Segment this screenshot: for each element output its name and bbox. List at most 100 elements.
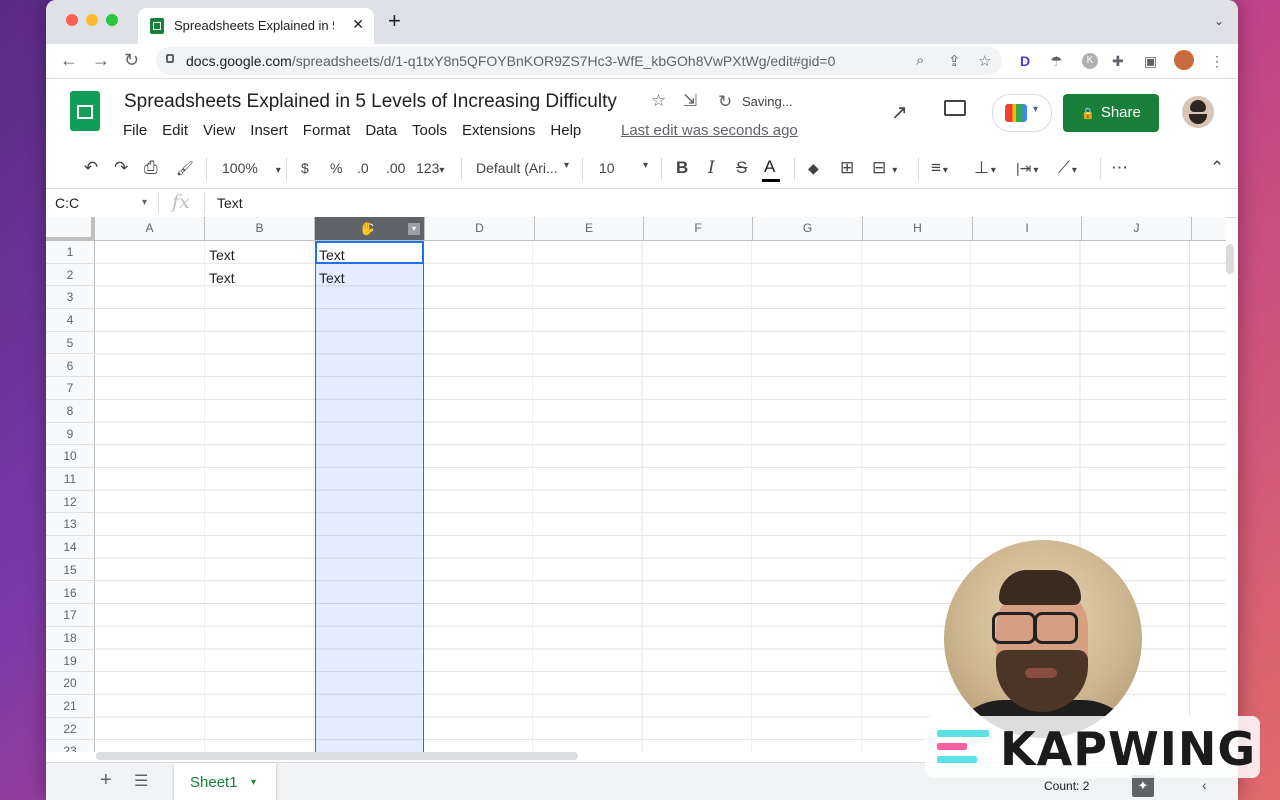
column-header-f[interactable]: F — [644, 217, 753, 241]
row-header-18[interactable]: 18 — [46, 626, 95, 650]
side-panel-toggle-icon[interactable]: ‹ — [1202, 777, 1207, 793]
extensions-puzzle-icon[interactable]: ✚ — [1112, 53, 1124, 70]
increase-decimal-button[interactable]: .00 — [386, 160, 405, 176]
cell-b1[interactable]: Text — [209, 247, 235, 263]
new-tab-button[interactable]: + — [388, 10, 401, 32]
profile-avatar[interactable] — [1174, 50, 1194, 70]
undo-icon[interactable]: ↶ — [84, 158, 98, 178]
row-header-3[interactable]: 3 — [46, 286, 95, 310]
sheets-logo-icon[interactable] — [70, 91, 100, 131]
horizontal-scrollbar[interactable] — [96, 752, 578, 760]
comments-icon[interactable] — [944, 100, 966, 116]
activity-dashboard-icon[interactable]: ↗ — [891, 100, 908, 125]
horizontal-align-icon[interactable]: ≡ ▾ — [931, 158, 948, 178]
strikethrough-button[interactable]: S — [736, 158, 747, 178]
vertical-align-icon[interactable]: ⊥ ▾ — [974, 158, 996, 178]
browser-tab[interactable]: Spreadsheets Explained in 5 Le ✕ — [138, 8, 374, 44]
zoom-select[interactable]: 100% ▾ — [222, 160, 281, 176]
cell-c2[interactable]: Text — [319, 270, 345, 286]
star-icon[interactable]: ☆ — [651, 91, 666, 111]
column-menu-dropdown[interactable]: ▾ — [408, 223, 420, 235]
column-header-k[interactable] — [1192, 217, 1226, 241]
row-header-11[interactable]: 11 — [46, 468, 95, 491]
name-box[interactable]: C:C — [55, 195, 79, 211]
text-color-button[interactable]: A — [761, 157, 781, 182]
row-header-5[interactable]: 5 — [46, 331, 95, 355]
menu-help[interactable]: Help — [550, 122, 581, 139]
tab-search-icon[interactable]: ⌄ — [1214, 14, 1224, 28]
extension-d-icon[interactable]: D — [1020, 53, 1030, 69]
side-panel-icon[interactable]: ▣ — [1144, 53, 1157, 70]
row-header-21[interactable]: 21 — [46, 695, 95, 718]
column-header-e[interactable]: E — [535, 217, 644, 241]
paint-format-icon[interactable]: 🖌 — [176, 160, 194, 177]
row-header-4[interactable]: 4 — [46, 309, 95, 332]
row-header-23[interactable]: 23 — [46, 740, 95, 752]
extension-k-icon[interactable]: K — [1082, 53, 1098, 69]
more-options-icon[interactable]: ⋯ — [1111, 158, 1128, 178]
column-header-h[interactable]: H — [863, 217, 973, 241]
row-header-8[interactable]: 8 — [46, 399, 95, 423]
tab-close-icon[interactable]: ✕ — [352, 16, 364, 33]
text-rotation-icon[interactable]: ⟋ ▾ — [1058, 158, 1077, 178]
italic-button[interactable]: I — [708, 158, 715, 178]
more-formats-button[interactable]: 123▾ — [416, 160, 444, 176]
sheet-tab[interactable]: Sheet1 ▾ — [174, 763, 276, 800]
menu-edit[interactable]: Edit — [162, 122, 188, 139]
percent-format-button[interactable]: % — [330, 160, 342, 176]
cell-c1[interactable]: Text — [319, 247, 345, 263]
row-header-17[interactable]: 17 — [46, 604, 95, 627]
menu-format[interactable]: Format — [303, 122, 351, 139]
add-sheet-button[interactable]: + — [100, 769, 112, 792]
back-icon[interactable]: ← — [60, 50, 78, 71]
close-window-button[interactable] — [66, 14, 78, 26]
url-text[interactable]: docs.google.com/spreadsheets/d/1-q1txY8n… — [186, 53, 835, 69]
address-bar[interactable]: docs.google.com/spreadsheets/d/1-q1txY8n… — [156, 47, 1002, 75]
move-folder-icon[interactable]: ⇲ — [683, 91, 697, 111]
menu-view[interactable]: View — [203, 122, 235, 139]
column-header-i[interactable]: I — [973, 217, 1082, 241]
collapse-menus-icon[interactable]: ⌃ — [1210, 158, 1224, 178]
row-header-14[interactable]: 14 — [46, 536, 95, 559]
bookmark-star-icon[interactable]: ☆ — [978, 52, 991, 70]
browser-menu-icon[interactable]: ⋮ — [1210, 53, 1224, 70]
column-header-d[interactable]: D — [425, 217, 535, 241]
bold-button[interactable]: B — [676, 158, 688, 178]
chevron-down-icon[interactable]: ▾ — [142, 197, 147, 208]
extension-umbrella-icon[interactable]: ☂ — [1050, 53, 1063, 70]
currency-format-button[interactable]: $ — [301, 160, 309, 176]
account-avatar[interactable] — [1182, 96, 1214, 128]
last-edit-link[interactable]: Last edit was seconds ago — [621, 122, 798, 139]
row-header-13[interactable]: 13 — [46, 513, 95, 537]
formula-input[interactable]: Text — [217, 195, 243, 211]
font-select[interactable]: Default (Ari... ▾ — [476, 160, 576, 176]
row-header-1[interactable]: 1 — [46, 241, 95, 264]
row-header-10[interactable]: 10 — [46, 445, 95, 468]
redo-icon[interactable]: ↷ — [114, 158, 128, 178]
row-header-2[interactable]: 2 — [46, 263, 95, 287]
menu-file[interactable]: File — [123, 122, 147, 139]
row-header-6[interactable]: 6 — [46, 354, 95, 378]
row-header-19[interactable]: 19 — [46, 649, 95, 673]
minimize-window-button[interactable] — [86, 14, 98, 26]
meet-button[interactable]: ▾ — [992, 94, 1052, 132]
row-header-16[interactable]: 16 — [46, 581, 95, 605]
share-button[interactable]: 🔒 Share — [1063, 94, 1159, 132]
document-title[interactable]: Spreadsheets Explained in 5 Levels of In… — [124, 91, 617, 113]
decrease-decimal-button[interactable]: .0 — [357, 160, 369, 176]
column-header-j[interactable]: J — [1082, 217, 1192, 241]
column-header-a[interactable]: A — [95, 217, 205, 241]
menu-data[interactable]: Data — [365, 122, 397, 139]
column-header-g[interactable]: G — [753, 217, 863, 241]
fill-color-icon[interactable]: ◆ — [808, 160, 819, 177]
row-header-20[interactable]: 20 — [46, 672, 95, 695]
borders-icon[interactable]: ⊞ — [840, 158, 854, 178]
reload-icon[interactable]: ↻ — [124, 50, 139, 71]
vertical-scrollbar[interactable] — [1226, 244, 1234, 274]
row-header-15[interactable]: 15 — [46, 558, 95, 582]
forward-icon[interactable]: → — [92, 50, 110, 71]
column-header-c[interactable]: C ▾ ✋ — [315, 217, 425, 241]
menu-tools[interactable]: Tools — [412, 122, 447, 139]
font-size-select[interactable]: 10 ▾ — [599, 160, 653, 176]
selection-count[interactable]: Count: 2 — [1044, 779, 1089, 793]
